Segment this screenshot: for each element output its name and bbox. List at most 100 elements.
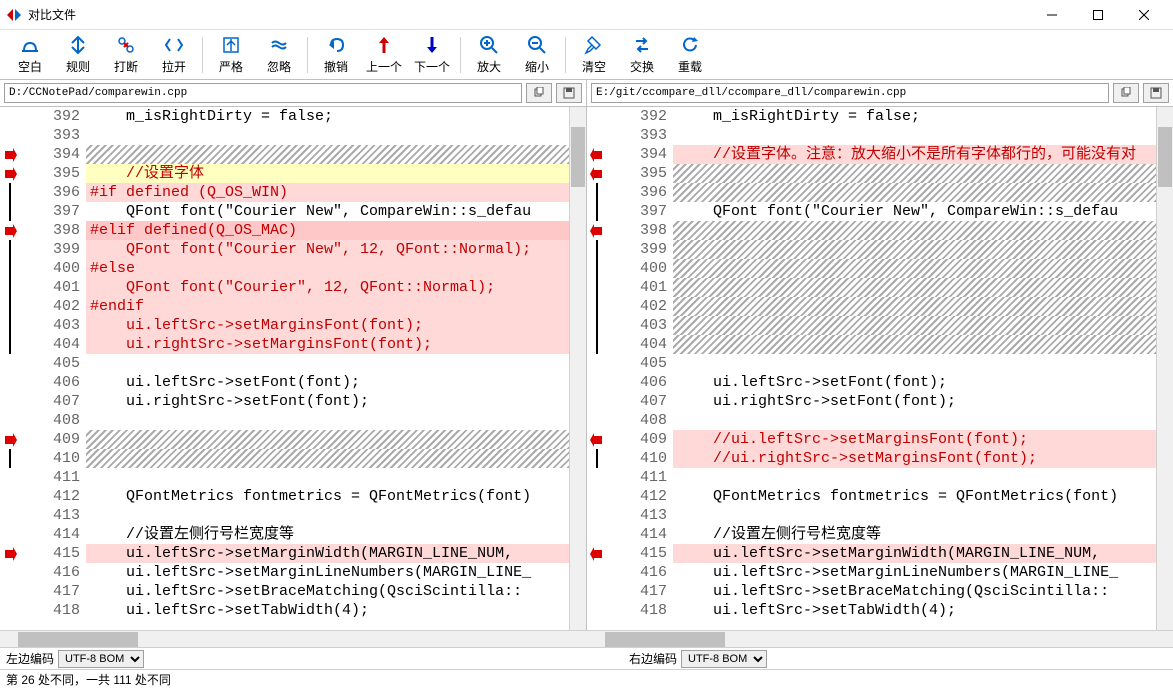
left-vscrollbar[interactable] [569, 107, 586, 630]
right-code-line[interactable]: //设置左侧行号栏宽度等 [673, 525, 1156, 544]
left-code-line[interactable]: #endif [86, 297, 569, 316]
right-code-line[interactable]: //ui.rightSrc->setMarginsFont(font); [673, 449, 1156, 468]
right-hscrollbar[interactable] [587, 630, 1173, 647]
left-code-line[interactable] [86, 506, 569, 525]
left-marker-column [0, 107, 20, 630]
left-code-line[interactable]: //设置字体 [86, 164, 569, 183]
left-code-line[interactable]: ui.rightSrc->setMarginsFont(font); [86, 335, 569, 354]
right-code-line[interactable] [673, 126, 1156, 145]
left-code-line[interactable]: QFont font("Courier New", CompareWin::s_… [86, 202, 569, 221]
left-code-line[interactable] [86, 126, 569, 145]
left-code-line[interactable] [86, 468, 569, 487]
left-code-line[interactable]: ui.rightSrc->setFont(font); [86, 392, 569, 411]
left-path-input[interactable] [4, 83, 522, 103]
right-code-line[interactable] [673, 183, 1156, 202]
right-code-line[interactable] [673, 316, 1156, 335]
toolbar-break-button[interactable]: 打断 [102, 32, 150, 78]
toolbar-clear-button[interactable]: 清空 [570, 32, 618, 78]
toolbar: 空白规则打断拉开严格忽略撤销上一个下一个放大缩小清空交换重载 [0, 30, 1173, 80]
left-code-line[interactable] [86, 430, 569, 449]
right-code-line[interactable] [673, 240, 1156, 259]
left-save-button[interactable] [556, 83, 582, 103]
close-button[interactable] [1121, 0, 1167, 30]
right-code-line[interactable] [673, 297, 1156, 316]
left-code-line[interactable] [86, 354, 569, 373]
right-code-line[interactable]: ui.leftSrc->setMarginLineNumbers(MARGIN_… [673, 563, 1156, 582]
right-code-line[interactable]: ui.leftSrc->setFont(font); [673, 373, 1156, 392]
right-code-line[interactable] [673, 335, 1156, 354]
left-line-number: 399 [20, 240, 86, 259]
minimize-button[interactable] [1029, 0, 1075, 30]
toolbar-zoomout-button[interactable]: 缩小 [513, 32, 561, 78]
right-code-line[interactable]: //ui.leftSrc->setMarginsFont(font); [673, 430, 1156, 449]
left-code-line[interactable]: ui.leftSrc->setFont(font); [86, 373, 569, 392]
right-line-number: 396 [607, 183, 673, 202]
toolbar-zoomin-button[interactable]: 放大 [465, 32, 513, 78]
left-encoding-select[interactable]: UTF-8 BOM [58, 650, 144, 668]
right-path-input[interactable] [591, 83, 1109, 103]
right-code-line[interactable] [673, 259, 1156, 278]
right-code-line[interactable] [673, 411, 1156, 430]
right-code-line[interactable]: m_isRightDirty = false; [673, 107, 1156, 126]
left-diff-marker [0, 468, 20, 487]
toolbar-prev-button[interactable]: 上一个 [360, 32, 408, 78]
left-diff-marker [0, 183, 20, 202]
left-code-line[interactable]: QFont font("Courier", 12, QFont::Normal)… [86, 278, 569, 297]
right-save-button[interactable] [1143, 83, 1169, 103]
left-code-line[interactable]: ui.leftSrc->setMarginLineNumbers(MARGIN_… [86, 563, 569, 582]
left-code-line[interactable] [86, 449, 569, 468]
left-copy-button[interactable] [526, 83, 552, 103]
right-copy-button[interactable] [1113, 83, 1139, 103]
toolbar-strict-button[interactable]: 严格 [207, 32, 255, 78]
left-code-line[interactable]: QFont font("Courier New", 12, QFont::Nor… [86, 240, 569, 259]
left-code-line[interactable]: ui.leftSrc->setMarginWidth(MARGIN_LINE_N… [86, 544, 569, 563]
right-line-number: 392 [607, 107, 673, 126]
right-code-line[interactable] [673, 354, 1156, 373]
left-code-line[interactable]: ui.leftSrc->setMarginsFont(font); [86, 316, 569, 335]
right-code-line[interactable] [673, 506, 1156, 525]
right-code-line[interactable]: ui.leftSrc->setBraceMatching(QsciScintil… [673, 582, 1156, 601]
toolbar-reload-button[interactable]: 重载 [666, 32, 714, 78]
toolbar-rule-button[interactable]: 规则 [54, 32, 102, 78]
left-code-line[interactable]: ui.leftSrc->setBraceMatching(QsciScintil… [86, 582, 569, 601]
right-code-line[interactable] [673, 221, 1156, 240]
toolbar-expand-button[interactable]: 拉开 [150, 32, 198, 78]
left-code-area[interactable]: m_isRightDirty = false; //设置字体#if define… [86, 107, 569, 630]
maximize-button[interactable] [1075, 0, 1121, 30]
right-code-line[interactable] [673, 278, 1156, 297]
left-code-line[interactable]: #else [86, 259, 569, 278]
toolbar-next-button[interactable]: 下一个 [408, 32, 456, 78]
right-code-line[interactable]: ui.leftSrc->setMarginWidth(MARGIN_LINE_N… [673, 544, 1156, 563]
right-code-line[interactable] [673, 468, 1156, 487]
left-code-line[interactable] [86, 411, 569, 430]
left-diff-marker [0, 601, 20, 620]
left-code-line[interactable]: //设置左侧行号栏宽度等 [86, 525, 569, 544]
right-code-area[interactable]: m_isRightDirty = false; //设置字体。注意：放大缩小不是… [673, 107, 1156, 630]
right-line-number: 411 [607, 468, 673, 487]
left-line-number: 396 [20, 183, 86, 202]
toolbar-swap-button[interactable]: 交换 [618, 32, 666, 78]
right-code-line[interactable]: ui.leftSrc->setTabWidth(4); [673, 601, 1156, 620]
left-code-line[interactable] [86, 145, 569, 164]
right-code-line[interactable]: QFont font("Courier New", CompareWin::s_… [673, 202, 1156, 221]
left-code-line[interactable]: QFontMetrics fontmetrics = QFontMetrics(… [86, 487, 569, 506]
right-code-line[interactable]: //设置字体。注意：放大缩小不是所有字体都行的，可能没有对 [673, 145, 1156, 164]
toolbar-blank-button[interactable]: 空白 [6, 32, 54, 78]
left-code-line[interactable]: m_isRightDirty = false; [86, 107, 569, 126]
right-vscrollbar[interactable] [1156, 107, 1173, 630]
right-line-number: 398 [607, 221, 673, 240]
path-row [0, 80, 1173, 107]
right-encoding-select[interactable]: UTF-8 BOM [681, 650, 767, 668]
left-code-line[interactable]: #if defined (Q_OS_WIN) [86, 183, 569, 202]
left-hscrollbar[interactable] [0, 630, 587, 647]
toolbar-undo-button[interactable]: 撤销 [312, 32, 360, 78]
left-code-line[interactable]: #elif defined(Q_OS_MAC) [86, 221, 569, 240]
right-code-line[interactable]: ui.rightSrc->setFont(font); [673, 392, 1156, 411]
toolbar-ignore-button[interactable]: 忽略 [255, 32, 303, 78]
left-code-line[interactable]: ui.leftSrc->setTabWidth(4); [86, 601, 569, 620]
clear-icon [584, 34, 604, 56]
right-diff-marker [587, 354, 607, 373]
right-code-line[interactable]: QFontMetrics fontmetrics = QFontMetrics(… [673, 487, 1156, 506]
left-line-number: 412 [20, 487, 86, 506]
right-code-line[interactable] [673, 164, 1156, 183]
